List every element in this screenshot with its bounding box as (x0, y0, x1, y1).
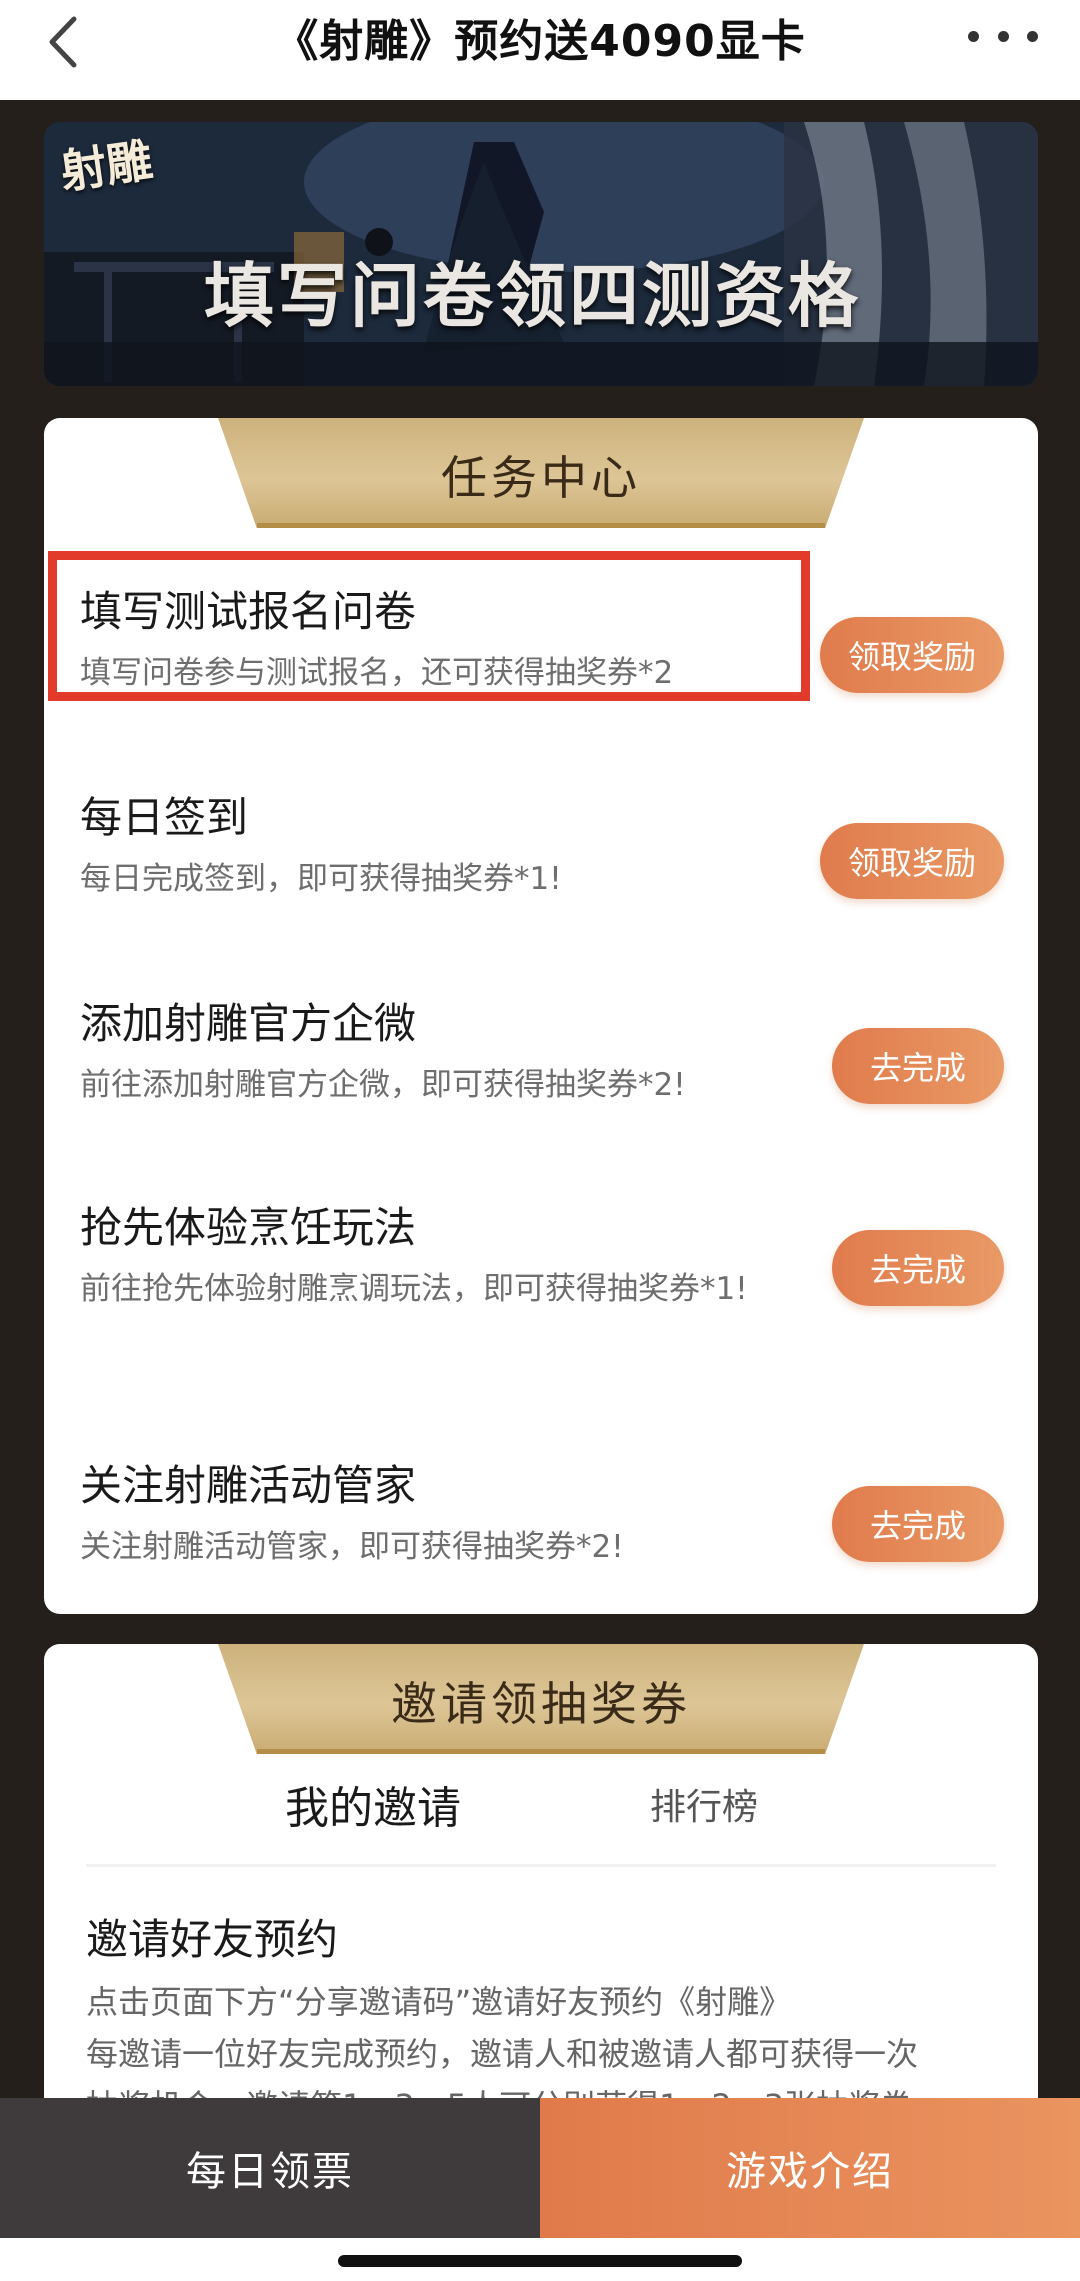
task-description: 填写问卷参与测试报名，还可获得抽奖券*2 (80, 655, 674, 691)
more-dot-icon (1027, 30, 1038, 42)
tab-my-invites[interactable]: 我的邀请 (285, 1772, 461, 1836)
invite-heading: 邀请领抽奖券 (391, 1677, 691, 1731)
task-description: 关注射雕活动管家，即可获得抽奖券*2! (80, 1529, 624, 1565)
task-title: 添加射雕官方企微 (80, 999, 417, 1048)
claim-reward-button[interactable]: 领取奖励 (820, 617, 1004, 693)
claim-reward-button[interactable]: 领取奖励 (820, 823, 1004, 899)
go-complete-button[interactable]: 去完成 (832, 1028, 1004, 1104)
task-title: 每日签到 (80, 793, 249, 842)
top-nav-bar: 《射雕》预约送4090显卡 (0, 0, 1080, 100)
home-indicator-area (0, 2238, 1080, 2281)
task-center-ribbon: 任务中心 (218, 418, 864, 528)
home-indicator[interactable] (338, 2255, 742, 2267)
page: 《射雕》预约送4090显卡 射雕 填写问卷领四测资格 任务中心 填写测试报名问卷… (0, 0, 1080, 2281)
invite-ribbon: 邀请领抽奖券 (218, 1644, 864, 1754)
invite-line: 每邀请一位好友完成预约，邀请人和被邀请人都可获得一次 (86, 2035, 919, 2073)
banner-headline: 填写问卷领四测资格 (204, 254, 861, 337)
go-complete-button[interactable]: 去完成 (832, 1486, 1004, 1562)
task-center-card: 任务中心 填写测试报名问卷 填写问卷参与测试报名，还可获得抽奖券*2 领取奖励 … (44, 418, 1038, 1614)
invite-tabs: 我的邀请 排行榜 (44, 1772, 1038, 1862)
more-dot-icon (997, 30, 1009, 42)
daily-ticket-button[interactable]: 每日领票 (0, 2098, 540, 2238)
more-dot-icon (968, 30, 979, 42)
invite-line: 点击页面下方“分享邀请码”邀请好友预约《射雕》 (86, 1983, 792, 2021)
task-description: 每日完成签到，即可获得抽奖券*1! (80, 861, 562, 897)
page-title: 《射雕》预约送4090显卡 (274, 16, 806, 67)
task-title: 关注射雕活动管家 (80, 1461, 417, 1510)
task-description: 前往添加射雕官方企微，即可获得抽奖券*2! (80, 1067, 686, 1103)
tab-divider (86, 1864, 996, 1867)
more-options-button[interactable] (968, 16, 1038, 56)
back-button[interactable] (40, 12, 86, 72)
go-complete-button[interactable]: 去完成 (832, 1230, 1004, 1306)
chevron-left-icon (49, 16, 77, 68)
task-center-heading: 任务中心 (441, 451, 641, 505)
bottom-action-bar: 每日领票 游戏介绍 (0, 2098, 1080, 2238)
invite-title: 邀请好友预约 (86, 1915, 339, 1964)
game-intro-button[interactable]: 游戏介绍 (540, 2098, 1080, 2238)
game-logo: 射雕 (57, 132, 156, 200)
task-title: 抢先体验烹饪玩法 (80, 1203, 417, 1252)
tab-leaderboard[interactable]: 排行榜 (650, 1778, 758, 1830)
task-title: 填写测试报名问卷 (80, 587, 417, 636)
task-description: 前往抢先体验射雕烹调玩法，即可获得抽奖券*1! (80, 1271, 748, 1307)
promo-banner[interactable]: 射雕 填写问卷领四测资格 (44, 122, 1038, 386)
